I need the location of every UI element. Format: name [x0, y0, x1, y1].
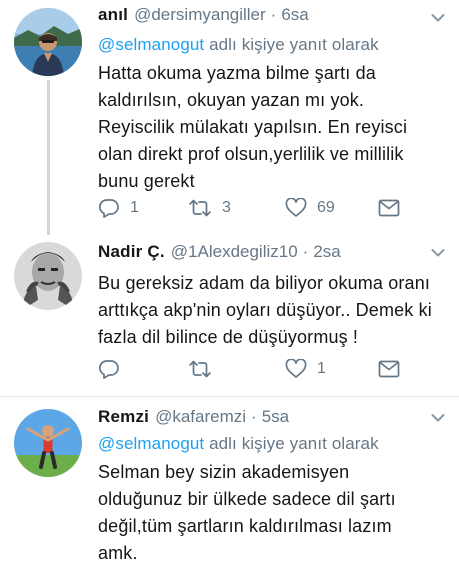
like-icon — [285, 359, 307, 378]
separator-dot: · — [251, 407, 257, 426]
tweet-text-line: arttıkça akp'nin oyları düşüyor.. Demek … — [98, 300, 432, 320]
tweet-text-line: Hatta okuma yazma bilme şartı da — [98, 63, 376, 83]
chevron-down-icon[interactable] — [431, 413, 445, 423]
tweet-actions: 1 — [98, 356, 418, 382]
tweet-text-line: bunu gerekt — [98, 171, 195, 191]
avatar-nadir[interactable] — [14, 242, 82, 310]
author-name[interactable]: Remzi — [98, 407, 149, 427]
tweet-timestamp[interactable]: 5sa — [262, 407, 289, 427]
tweet-timestamp[interactable]: 6sa — [281, 5, 308, 25]
tweet-text-line: Reyiscilik mülakatı yapılsın. En reyisci — [98, 117, 408, 137]
tweet-text-line: değil,tüm şartların kaldırılması lazım — [98, 516, 392, 536]
direct-message-button[interactable] — [378, 356, 400, 382]
reply-icon — [98, 360, 119, 379]
like-button[interactable]: 69 — [285, 195, 335, 221]
reply-context: @selmanogut adlı kişiye yanıt olarak — [98, 35, 379, 55]
tweet-text-line: kaldırılsın, okuyan yazan mı yok. — [98, 90, 365, 110]
reply-count: 1 — [130, 199, 139, 216]
tweet-1[interactable]: anıl @dersimyangiller · 6sa @selmanogut … — [0, 0, 459, 228]
reply-icon — [98, 199, 119, 218]
tweet-text: Bu gereksiz adam da biliyor okuma oranı … — [98, 270, 443, 351]
author-name[interactable]: anıl — [98, 5, 128, 25]
tweet-text: Hatta okuma yazma bilme şartı da kaldırı… — [98, 60, 443, 195]
author-name[interactable]: Nadir Ç. — [98, 242, 165, 262]
reply-mention-link[interactable]: @selmanogut — [98, 35, 204, 54]
tweet-text: Selman bey sizin akademisyen olduğunuz b… — [98, 459, 443, 567]
retweet-button[interactable]: 3 — [188, 195, 231, 221]
reply-button[interactable] — [98, 356, 130, 382]
avatar-anil[interactable] — [14, 8, 82, 76]
reply-context-label: adlı kişiye yanıt olarak — [204, 35, 379, 54]
reply-mention-link[interactable]: @selmanogut — [98, 434, 204, 453]
reply-context: @selmanogut adlı kişiye yanıt olarak — [98, 434, 379, 454]
tweet-2[interactable]: Nadir Ç. @1Alexdegiliz10 · 2sa Bu gereks… — [0, 228, 459, 396]
like-count: 1 — [317, 360, 326, 377]
direct-message-icon — [378, 360, 400, 378]
direct-message-button[interactable] — [378, 195, 400, 221]
separator-dot: · — [270, 5, 277, 24]
author-handle[interactable]: @kafaremzi — [155, 407, 246, 427]
like-icon — [285, 198, 307, 217]
tweet-text-line: fazla dil bilince de düşüyormuş ! — [98, 327, 359, 347]
tweet-header: Nadir Ç. @1Alexdegiliz10 · 2sa — [98, 242, 341, 266]
separator-dot: · — [302, 242, 309, 261]
tweet-timestamp[interactable]: 2sa — [313, 242, 340, 262]
retweet-count: 3 — [222, 199, 231, 216]
tweet-3[interactable]: Remzi @kafaremzi · 5sa @selmanogut adlı … — [0, 397, 459, 576]
retweet-button[interactable] — [188, 356, 222, 382]
retweet-icon — [189, 360, 211, 378]
chevron-down-icon[interactable] — [431, 13, 445, 23]
tweet-actions: 1 3 69 — [98, 195, 418, 221]
direct-message-icon — [378, 199, 400, 217]
tweet-text-line: Bu gereksiz adam da biliyor okuma oranı — [98, 273, 431, 293]
author-handle[interactable]: @dersimyangiller — [134, 5, 266, 25]
retweet-icon — [189, 199, 211, 217]
tweet-text-line: Selman bey sizin akademisyen — [98, 462, 350, 482]
tweet-text-line: amk. — [98, 543, 138, 563]
avatar-remzi[interactable] — [14, 409, 82, 477]
like-count: 69 — [317, 199, 335, 216]
reply-context-label: adlı kişiye yanıt olarak — [204, 434, 379, 453]
tweet-text-line: olduğunuz bir ülkede sadece dil şartı — [98, 489, 396, 509]
reply-button[interactable]: 1 — [98, 195, 139, 221]
author-handle[interactable]: @1Alexdegiliz10 — [171, 242, 298, 262]
chevron-down-icon[interactable] — [431, 248, 445, 258]
tweet-header: Remzi @kafaremzi · 5sa — [98, 407, 289, 431]
like-button[interactable]: 1 — [285, 356, 326, 382]
tweet-text-line: olan direkt prof olsun,yerlilik ve milli… — [98, 144, 404, 164]
tweet-header: anıl @dersimyangiller · 6sa — [98, 5, 309, 29]
